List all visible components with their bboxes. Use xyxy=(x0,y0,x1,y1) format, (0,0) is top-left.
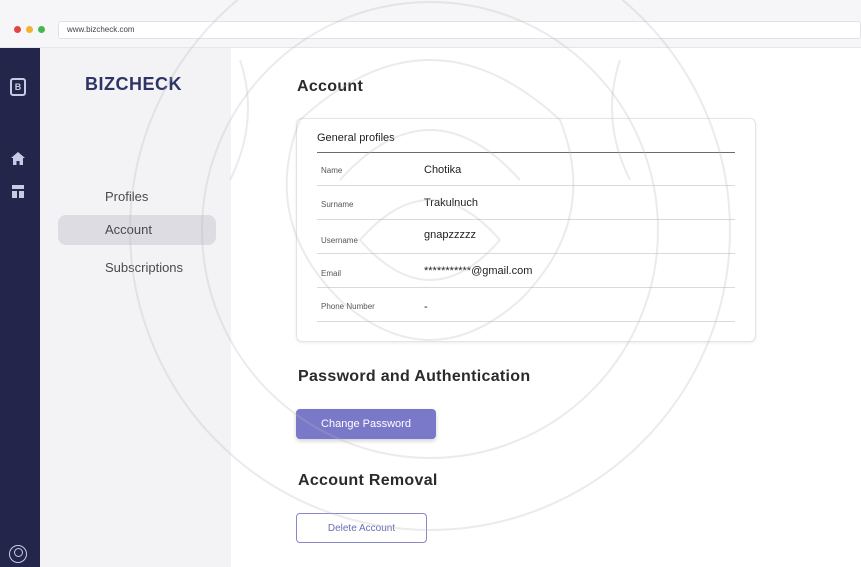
minimize-window-dot[interactable] xyxy=(26,26,33,33)
address-bar[interactable]: www.bizcheck.com xyxy=(58,21,861,39)
surname-value: Trakulnuch xyxy=(424,197,479,209)
email-label: Email xyxy=(321,269,342,278)
password-heading: Password and Authentication xyxy=(298,368,531,385)
account-removal-heading: Account Removal xyxy=(298,472,438,489)
close-window-dot[interactable] xyxy=(14,26,21,33)
window-controls xyxy=(14,26,45,33)
phone-label: Phone Number xyxy=(321,302,375,311)
row-divider xyxy=(317,185,735,186)
surname-label: Surname xyxy=(321,200,354,209)
logo-icon[interactable]: B xyxy=(10,78,26,96)
account-heading: Account xyxy=(297,78,364,95)
brand-logo: BIZCHECK xyxy=(85,74,182,94)
row-divider xyxy=(317,219,735,220)
card-divider xyxy=(317,152,735,153)
change-password-button[interactable]: Change Password xyxy=(296,409,436,439)
card-title: General profiles xyxy=(317,132,395,144)
row-divider xyxy=(317,253,735,254)
user-circle-icon[interactable] xyxy=(9,545,27,563)
main-content: Account General profiles Name Chotika Su… xyxy=(231,48,861,567)
sidebar-item-profiles[interactable]: Profiles xyxy=(58,182,216,212)
sidebar-item-subscriptions[interactable]: Subscriptions xyxy=(58,253,216,283)
name-value: Chotika xyxy=(424,164,462,176)
browser-bar: www.bizcheck.com xyxy=(0,0,861,48)
row-divider xyxy=(317,287,735,288)
general-profile-card: General profiles Name Chotika Surname Tr… xyxy=(296,118,756,342)
dashboard-icon[interactable] xyxy=(8,185,28,201)
username-label: Username xyxy=(321,236,358,245)
home-icon[interactable] xyxy=(8,152,28,168)
username-value: gnapzzzzz xyxy=(424,229,476,241)
maximize-window-dot[interactable] xyxy=(38,26,45,33)
settings-sidebar: BIZCHECK Profiles Account Subscriptions xyxy=(40,48,231,567)
name-label: Name xyxy=(321,166,343,175)
delete-account-button[interactable]: Delete Account xyxy=(296,513,427,543)
app-rail: B xyxy=(0,48,40,567)
row-divider xyxy=(317,321,735,322)
sidebar-item-account[interactable]: Account xyxy=(58,215,216,245)
email-value: ***********@gmail.com xyxy=(424,265,533,277)
phone-value: - xyxy=(424,301,428,313)
